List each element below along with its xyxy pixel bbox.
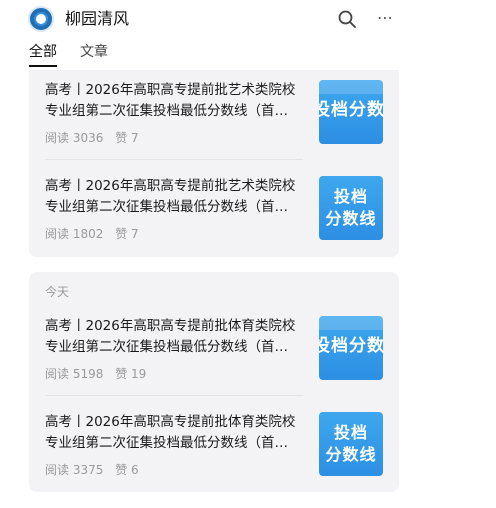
- like-count: 赞 7: [115, 227, 139, 241]
- article-thumbnail[interactable]: 投档分数线: [319, 316, 383, 380]
- like-count: 赞 19: [115, 367, 147, 381]
- like-count: 赞 6: [115, 463, 139, 477]
- article-meta: 阅读 3375 赞 6: [45, 462, 147, 478]
- logo-emblem: [34, 12, 48, 26]
- day-label: 今天: [45, 285, 70, 299]
- thumbnail-line-2: 分数线: [325, 445, 377, 464]
- article-meta: 阅读 1802 赞 7: [45, 226, 147, 242]
- active-tab-indicator: [29, 65, 57, 67]
- read-count: 阅读 5198: [45, 367, 104, 381]
- tab-all[interactable]: 全部: [29, 42, 57, 62]
- thumbnail-text: 投档 分数线: [319, 422, 383, 466]
- thumbnail-banner: [319, 80, 383, 94]
- thumbnail-text: 投档 分数线: [319, 186, 383, 230]
- article-title[interactable]: 高考丨2026年高职高专提前批体育类院校专业组第二次征集投档最低分数线（首…: [45, 412, 301, 454]
- tab-articles[interactable]: 文章: [80, 42, 108, 62]
- read-count: 阅读 3036: [45, 131, 104, 145]
- thumbnail-banner: [319, 316, 383, 330]
- divider: [45, 395, 303, 396]
- thumbnail-text: 投档分数线: [319, 100, 383, 120]
- divider: [45, 159, 303, 160]
- thumbnail-line-2: 分数线: [325, 209, 377, 228]
- thumbnail-line-1: 投档: [333, 423, 368, 442]
- article-meta: 阅读 5198 赞 19: [45, 366, 154, 382]
- article-thumbnail[interactable]: 投档 分数线: [319, 412, 383, 476]
- article-title[interactable]: 高考丨2026年高职高专提前批艺术类院校专业组第二次征集投档最低分数线（首…: [45, 176, 301, 218]
- article-group-card: 高考丨2026年高职高专提前批艺术类院校专业组第二次征集投档最低分数线（首… 阅…: [29, 48, 399, 257]
- thumbnail-text: 投档分数线: [319, 336, 383, 356]
- article-thumbnail[interactable]: 投档分数线: [319, 80, 383, 144]
- account-logo-icon[interactable]: [28, 6, 54, 32]
- article-meta: 阅读 3036 赞 7: [45, 130, 147, 146]
- more-icon[interactable]: ⋯: [377, 10, 397, 28]
- article-title[interactable]: 高考丨2026年高职高专提前批体育类院校专业组第二次征集投档最低分数线（首…: [45, 316, 301, 358]
- thumbnail-line-1: 投档: [333, 187, 368, 206]
- app-header: 柳园清风 ⋯ 全部 文章: [0, 0, 496, 70]
- article-thumbnail[interactable]: 投档 分数线: [319, 176, 383, 240]
- read-count: 阅读 3375: [45, 463, 104, 477]
- article-title[interactable]: 高考丨2026年高职高专提前批艺术类院校专业组第二次征集投档最低分数线（首…: [45, 80, 301, 122]
- search-icon[interactable]: [337, 9, 357, 29]
- article-group-card: 今天 高考丨2026年高职高专提前批体育类院校专业组第二次征集投档最低分数线（首…: [29, 272, 399, 492]
- read-count: 阅读 1802: [45, 227, 104, 241]
- account-title: 柳园清风: [65, 9, 130, 28]
- like-count: 赞 7: [115, 131, 139, 145]
